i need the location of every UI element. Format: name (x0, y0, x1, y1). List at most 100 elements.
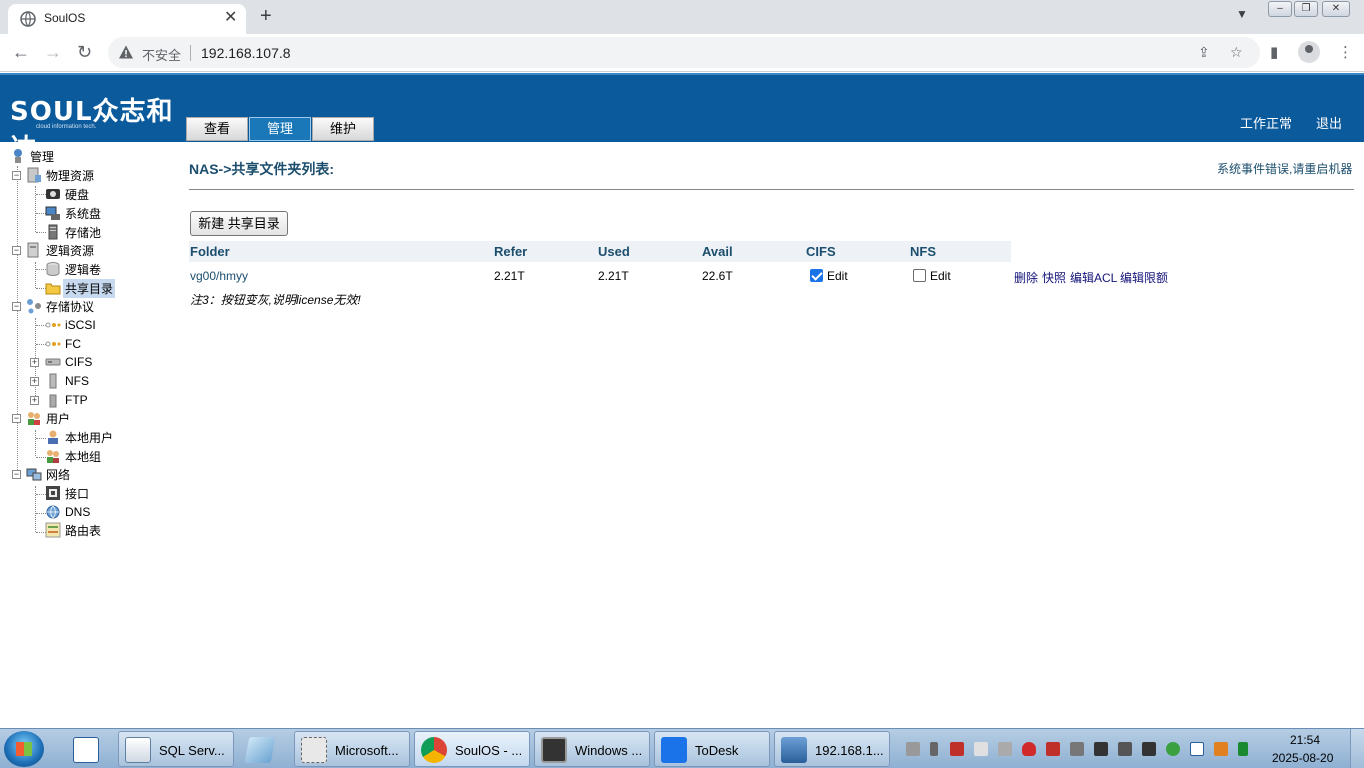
snipping-tool-icon (301, 737, 327, 763)
profile-avatar-icon[interactable] (1298, 41, 1320, 63)
taskbar-item-sql[interactable]: SQL Serv... (118, 731, 234, 767)
tree-label: 接口 (65, 486, 90, 501)
volume-icon[interactable] (1118, 742, 1132, 756)
logout-link[interactable]: 退出 (1316, 113, 1342, 132)
cifs-edit-link[interactable]: Edit (827, 269, 848, 283)
satellite-tray-icon[interactable] (1142, 742, 1156, 756)
tab-maintain[interactable]: 维护 (312, 117, 374, 141)
close-window-button[interactable]: ✕ (1322, 1, 1350, 17)
system-error-link[interactable]: 系统事件错误,请重启机器 (1217, 160, 1352, 177)
collapse-physical-icon[interactable]: − (12, 171, 21, 180)
tree-item-nfs[interactable]: NFS (45, 372, 91, 390)
security-tray-icon[interactable] (950, 742, 964, 756)
tree-item-local-user[interactable]: 本地用户 (45, 428, 115, 446)
tree-item-dns[interactable]: DNS (45, 503, 92, 521)
browser-tab[interactable]: SoulOS ✕ (8, 4, 246, 34)
taskbar-label: Windows ... (575, 743, 643, 758)
column-header-cifs: CIFS (805, 241, 909, 262)
tab-search-icon[interactable]: ▼ (1236, 7, 1248, 21)
tree-item-disk[interactable]: 硬盘 (45, 185, 91, 203)
nfs-edit-link[interactable]: Edit (930, 269, 951, 283)
back-icon[interactable]: ← (12, 42, 30, 62)
tree-item-logical[interactable]: 逻辑资源 (26, 241, 96, 259)
delete-link[interactable]: 删除 (1014, 269, 1038, 286)
clock-time[interactable]: 21:54 (1290, 733, 1320, 747)
tree-item-interface[interactable]: 接口 (45, 484, 91, 502)
minimize-button[interactable]: – (1268, 1, 1292, 17)
restore-button[interactable]: ❐ (1294, 1, 1318, 17)
tree-item-ftp[interactable]: FTP (45, 391, 90, 409)
tree-item-protocols[interactable]: 存储协议 (26, 297, 96, 315)
edit-quota-link[interactable]: 编辑限额 (1120, 269, 1168, 286)
taskbar-item-windows[interactable]: Windows ... (534, 731, 650, 767)
address-bar[interactable]: 不安全 192.168.107.8 ⇪ ☆ (108, 37, 1260, 68)
new-tab-button[interactable]: + (260, 5, 272, 27)
side-panel-icon[interactable]: ▮ (1270, 43, 1278, 61)
forward-icon[interactable]: → (44, 42, 62, 62)
collapse-protocols-icon[interactable]: − (12, 302, 21, 311)
keyboard-tray-icon[interactable] (906, 742, 920, 756)
tree-item-fc[interactable]: FC (45, 335, 83, 353)
tab-manage[interactable]: 管理 (249, 117, 311, 141)
tree-item-manage[interactable]: 管理 (10, 147, 56, 165)
tree-item-storage-pool[interactable]: 存储池 (45, 223, 103, 241)
flag-tray-icon[interactable] (974, 742, 988, 756)
expand-cifs-icon[interactable]: + (30, 358, 39, 367)
tree-item-local-group[interactable]: 本地组 (45, 447, 103, 465)
tree-item-logical-volume[interactable]: 逻辑卷 (45, 260, 103, 278)
taskbar-item-microsoft[interactable]: Microsoft... (294, 731, 410, 767)
cifs-checkbox[interactable] (810, 269, 823, 282)
expand-ftp-icon[interactable]: + (30, 396, 39, 405)
collapse-logical-icon[interactable]: − (12, 246, 21, 255)
tree-label: 存储池 (65, 225, 102, 240)
edit-acl-link[interactable]: 编辑ACL (1070, 269, 1117, 286)
snapshot-link[interactable]: 快照 (1042, 269, 1066, 286)
taskbar-item-chrome[interactable]: SoulOS - ... (414, 731, 530, 767)
tab-view[interactable]: 查看 (186, 117, 248, 141)
link-dots-icon (45, 317, 61, 333)
tree-item-iscsi[interactable]: iSCSI (45, 316, 98, 334)
collapse-network-icon[interactable]: − (12, 470, 21, 479)
tree-item-routes[interactable]: 路由表 (45, 521, 103, 539)
expand-nfs-icon[interactable]: + (30, 377, 39, 386)
show-desktop-button[interactable] (1350, 729, 1364, 768)
cifs-cell: Edit (810, 268, 848, 284)
title-divider (189, 189, 1354, 190)
reload-icon[interactable]: ↻ (77, 42, 92, 62)
taskbar-item-remote[interactable]: 192.168.1... (774, 731, 890, 767)
shield-tray-icon[interactable] (1022, 742, 1036, 756)
tree-item-network[interactable]: 网络 (26, 465, 72, 483)
taskbar-item-todesk[interactable]: ToDesk (654, 731, 770, 767)
vnc-tray-icon[interactable] (1190, 742, 1204, 756)
tree-item-users[interactable]: 用户 (26, 409, 72, 427)
menu-kebab-icon[interactable]: ⋮ (1338, 43, 1353, 61)
tree-item-system-disk[interactable]: 系统盘 (45, 204, 103, 222)
tree-item-cifs[interactable]: CIFS (45, 353, 94, 371)
url-text[interactable]: 192.168.107.8 (201, 45, 291, 61)
new-share-button[interactable]: 新建 共享目录 (190, 211, 288, 236)
tree-label: 路由表 (65, 523, 102, 538)
collapse-users-icon[interactable]: − (12, 414, 21, 423)
folder-link[interactable]: vg00/hmyy (190, 268, 248, 284)
tray-expand-icon[interactable] (930, 742, 938, 756)
taskbar-pinned-notepad[interactable] (240, 731, 288, 767)
bookmark-star-icon[interactable]: ☆ (1230, 44, 1243, 61)
taskbar-pinned-vnc[interactable] (66, 731, 110, 767)
ime-tray-icon[interactable] (1214, 742, 1228, 756)
network-tray-icon[interactable] (1070, 742, 1084, 756)
tree-item-shared-dir[interactable]: 共享目录 (45, 278, 116, 298)
battery-tray-icon[interactable] (1238, 742, 1248, 756)
tab-close-icon[interactable]: ✕ (224, 9, 237, 27)
column-header-used: Used (597, 241, 701, 262)
group-icon (45, 448, 61, 464)
printer-tray-icon[interactable] (998, 742, 1012, 756)
nfs-checkbox[interactable] (913, 269, 926, 282)
tree-item-physical[interactable]: 物理资源 (26, 166, 96, 184)
sync-tray-icon[interactable] (1166, 742, 1180, 756)
clock-date[interactable]: 2025-08-20 (1272, 751, 1333, 765)
share-icon[interactable]: ⇪ (1198, 44, 1210, 61)
start-button[interactable] (4, 731, 44, 767)
flag-white-tray-icon[interactable] (1094, 742, 1108, 756)
mail-tray-icon[interactable] (1046, 742, 1060, 756)
not-secure-label[interactable]: 不安全 (142, 45, 181, 64)
